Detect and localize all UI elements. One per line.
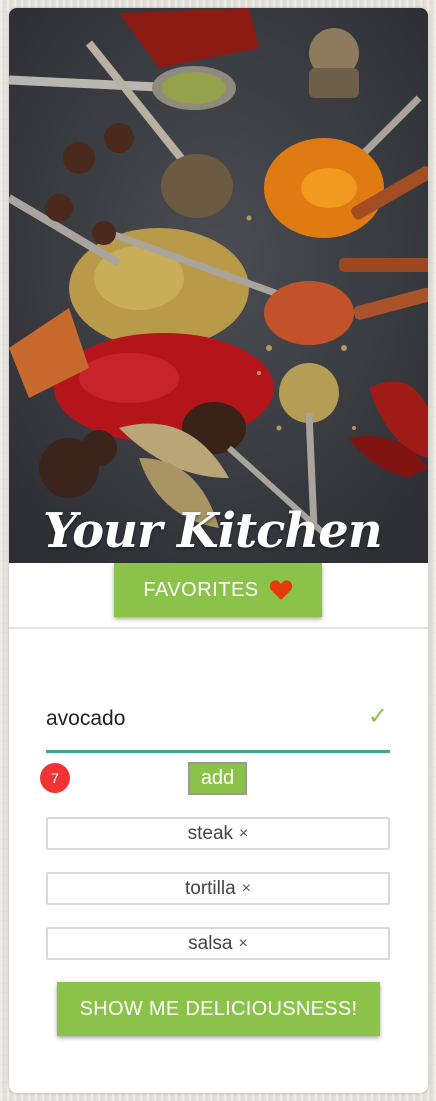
ingredient-chip-salsa[interactable]: salsa × xyxy=(46,927,390,960)
ingredient-chip-label: tortilla xyxy=(184,877,236,899)
add-button[interactable]: add xyxy=(188,762,247,795)
hero-image: Your Kitchen xyxy=(9,8,428,563)
ingredient-input[interactable] xyxy=(46,698,346,740)
heart-icon xyxy=(269,579,293,601)
favorites-button[interactable]: FAVORITES xyxy=(114,563,322,617)
remove-icon[interactable]: × xyxy=(242,880,251,898)
remove-icon[interactable]: × xyxy=(239,935,248,953)
remove-icon[interactable]: × xyxy=(239,825,248,843)
ingredient-input-field: ✓ xyxy=(46,698,390,753)
ingredient-chip-label: steak xyxy=(187,822,234,844)
page-title: Your Kitchen xyxy=(43,503,383,559)
ingredient-chip-label: salsa xyxy=(188,932,233,954)
ingredient-chip-steak[interactable]: steak × xyxy=(46,817,390,850)
favorites-button-label: FAVORITES xyxy=(143,578,259,601)
section-divider xyxy=(9,627,428,629)
show-me-deliciousness-button[interactable]: SHOW ME DELICIOUSNESS! xyxy=(57,982,380,1036)
ingredient-chip-tortilla[interactable]: tortilla × xyxy=(46,872,390,905)
app-card: Your Kitchen FAVORITES ✓ 7 add steak × t… xyxy=(9,8,428,1093)
check-icon: ✓ xyxy=(367,702,388,730)
spices-photo-icon xyxy=(9,8,428,563)
ingredient-count-badge: 7 xyxy=(40,763,70,793)
